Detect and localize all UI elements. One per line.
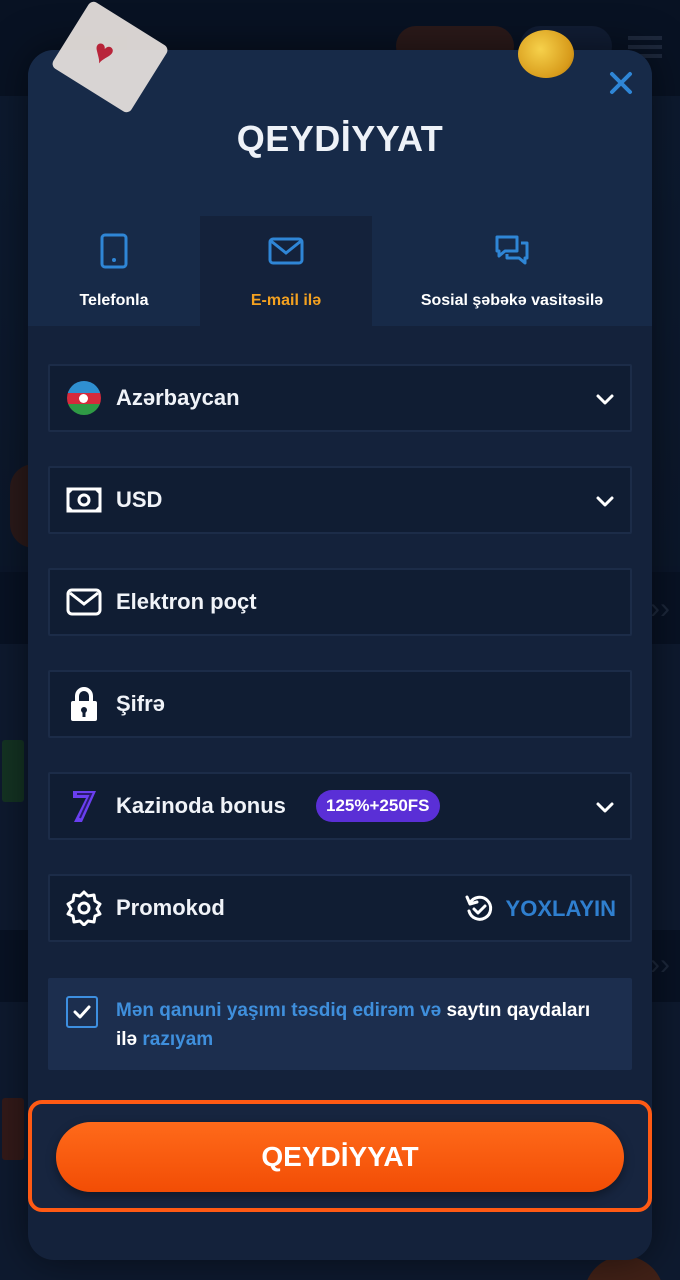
register-submit-button[interactable]: QEYDİYYAT: [56, 1122, 624, 1192]
tab-label: Sosial şəbəkə vasitəsilə: [420, 292, 604, 309]
tab-label: E-mail ilə: [250, 292, 322, 309]
banknote-icon: [66, 482, 102, 518]
refresh-check-icon: [465, 895, 492, 921]
tab-phone[interactable]: Telefonla: [28, 216, 200, 326]
registration-modal: QEYDİYYAT Telefonla E-mail ilə Sosial şə…: [28, 50, 652, 1260]
modal-title: QEYDİYYAT: [236, 118, 444, 159]
agreement-checkbox[interactable]: [66, 996, 98, 1028]
chevron-down-icon: [596, 802, 614, 813]
close-icon: [610, 72, 632, 94]
tab-email[interactable]: E-mail ilə: [200, 216, 372, 326]
promo-code-field[interactable]: Promokod YOXLAYIN: [48, 874, 632, 942]
chat-bubbles-icon: [495, 235, 529, 265]
bonus-badge: 125%+250FS: [316, 790, 440, 822]
tab-social[interactable]: Sosial şəbəkə vasitəsilə: [372, 216, 652, 326]
chevron-down-icon: [596, 394, 614, 405]
chevron-down-icon: [596, 496, 614, 507]
tab-label: Telefonla: [79, 292, 149, 309]
casino-seven-icon: [66, 788, 102, 824]
check-promo-button[interactable]: YOXLAYIN: [464, 894, 616, 924]
currency-select[interactable]: USD: [48, 466, 632, 534]
password-placeholder: Şifrə: [116, 691, 165, 716]
coin-decoration: [518, 30, 574, 78]
phone-icon: [100, 233, 128, 269]
email-field[interactable]: Elektron poçt: [48, 568, 632, 636]
close-button[interactable]: [606, 66, 636, 100]
bonus-label: Kazinoda bonus: [116, 793, 286, 818]
agreement-text: Mən qanuni yaşımı təsdiq edirəm və saytı…: [116, 996, 616, 1054]
envelope-icon: [66, 584, 102, 620]
country-value: Azərbaycan: [116, 385, 240, 410]
azerbaijan-flag: [67, 381, 101, 415]
password-field[interactable]: Şifrə: [48, 670, 632, 738]
heart-icon: ♥: [86, 31, 120, 75]
envelope-icon: [268, 237, 304, 265]
registration-tabs: Telefonla E-mail ilə Sosial şəbəkə vasit…: [28, 216, 652, 326]
country-select[interactable]: Azərbaycan: [48, 364, 632, 432]
legal-age-link[interactable]: Mən qanuni yaşımı təsdiq edirəm və: [116, 1000, 441, 1021]
azerbaijan-flag-icon: [66, 380, 102, 416]
gear-badge-icon: [66, 890, 102, 926]
submit-highlight: QEYDİYYAT: [28, 1100, 652, 1212]
bonus-select[interactable]: Kazinoda bonus 125%+250FS: [48, 772, 632, 840]
email-placeholder: Elektron poçt: [116, 589, 257, 614]
checkmark-icon: [73, 1005, 91, 1019]
agree-link[interactable]: razıyam: [142, 1029, 213, 1050]
promo-placeholder: Promokod: [116, 895, 225, 920]
agreement-box: Mən qanuni yaşımı təsdiq edirəm və saytı…: [48, 978, 632, 1070]
lock-icon: [66, 686, 102, 722]
currency-value: USD: [116, 487, 163, 512]
check-promo-label: YOXLAYIN: [505, 896, 616, 921]
